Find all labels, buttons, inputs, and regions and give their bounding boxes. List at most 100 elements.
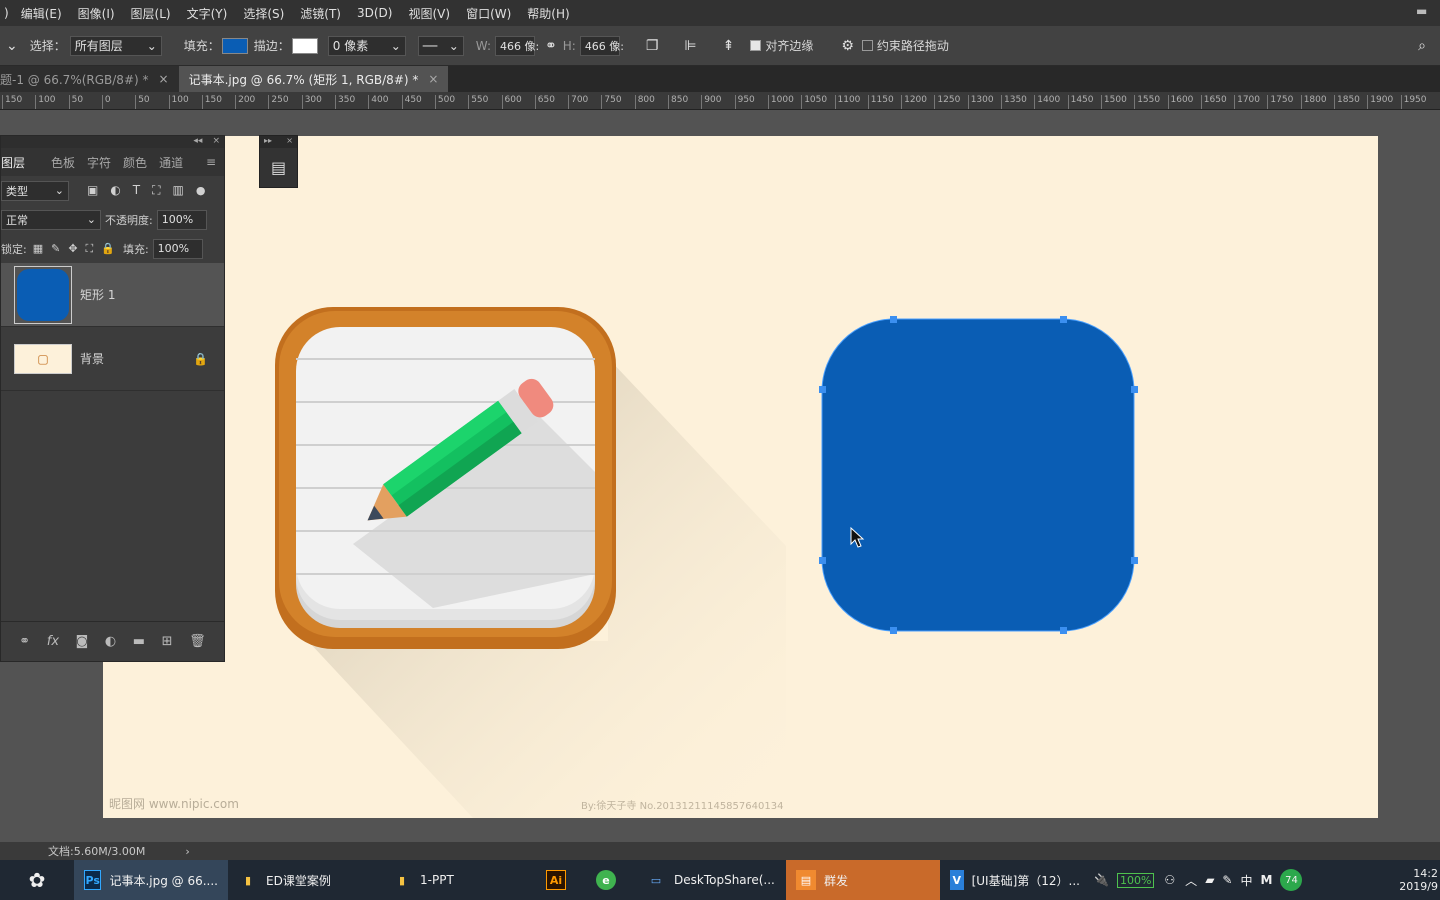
status-bar: 文档:5.60M/3.00M ›	[0, 842, 1440, 860]
new-group-icon[interactable]: ▬	[133, 634, 145, 649]
filter-icons[interactable]: ▣◐T⛶▥	[87, 183, 196, 198]
properties-icon[interactable]: ▤	[260, 158, 297, 177]
ruler-tick: 50	[135, 95, 150, 109]
path-operations-icon[interactable]: ❐	[646, 38, 659, 54]
gmail-icon[interactable]: M	[1257, 860, 1277, 900]
layers-footer: ⚭ fx ◙ ◐ ▬ ⊞ 🗑	[1, 621, 224, 661]
menu-select[interactable]: 选择(S)	[235, 5, 292, 22]
layer-row-rectangle[interactable]: 矩形 1	[1, 263, 224, 327]
path-arrangement-icon[interactable]: ⇞	[723, 38, 735, 54]
menu-layer[interactable]: 图层(L)	[123, 5, 179, 22]
layer-thumbnail	[14, 265, 72, 324]
ruler-tick: 300	[301, 95, 322, 109]
ruler-tick: 700	[568, 95, 588, 109]
close-icon[interactable]: ×	[428, 72, 438, 86]
select-dropdown[interactable]: 所有图层 ⌄	[69, 35, 162, 56]
tab-channels[interactable]: 通道	[153, 154, 189, 171]
pen-icon[interactable]: ✎	[1218, 860, 1236, 900]
layers-panel: ◂◂ × 图层 色板 字符 颜色 通道 ≡ 类型 ⌄ ▣◐T⛶▥ ● 正常 ⌄ 不透明…	[0, 135, 225, 662]
layer-row-background[interactable]: ▢ 背景 🔒	[1, 327, 224, 391]
link-icon[interactable]: ⚭	[545, 38, 557, 54]
menu-image[interactable]: 图像(I)	[70, 5, 123, 22]
opacity-label: 不透明度:	[105, 213, 153, 227]
ruler-tick: 850	[668, 95, 688, 109]
tab-document-1[interactable]: 题-1 @ 66.7%(RGB/8#) * ×	[0, 66, 179, 92]
taskbar-item-folder-2[interactable]: ▮ 1-PPT	[382, 860, 536, 900]
menu-edit[interactable]: 编辑(E)	[13, 5, 70, 22]
stroke-color-swatch[interactable]	[291, 37, 318, 54]
opacity-input[interactable]: 100%	[156, 209, 207, 230]
taskbar-item-label: 群发	[824, 873, 849, 888]
stroke-type-dropdown[interactable]: ── ⌄	[417, 35, 464, 56]
fill-input[interactable]: 100%	[152, 238, 203, 259]
stroke-width-input[interactable]: 0 像素 ⌄	[327, 35, 406, 56]
add-mask-icon[interactable]: ◙	[76, 634, 89, 649]
lock-icons[interactable]: ▦✎✥⛶🔒	[33, 242, 123, 256]
power-icon[interactable]: 🔌	[1090, 860, 1113, 900]
gear-icon[interactable]: ⚙	[841, 38, 854, 54]
lock-icon: 🔒	[193, 351, 208, 366]
menu-filter[interactable]: 滤镜(T)	[292, 5, 349, 22]
taskbar-item-label: [UI基础]第（12）...	[971, 873, 1080, 888]
tab-character[interactable]: 字符	[81, 154, 117, 171]
search-icon[interactable]: ⌕	[1418, 38, 1426, 54]
tray-chevron-up-icon[interactable]: ︿	[1181, 860, 1201, 900]
menu-3d[interactable]: 3D(D)	[349, 6, 400, 20]
menu-type[interactable]: 文字(Y)	[179, 5, 236, 22]
taskbar-item-desktopshare[interactable]: ▭ DeskTopShare(...	[636, 860, 786, 900]
menu-view[interactable]: 视图(V)	[400, 5, 458, 22]
horizontal-ruler[interactable]: 150 100 50 0 50 100 150 200 250 300 350 400 450 500 55…	[0, 92, 1440, 110]
security-badge[interactable]: 74	[1276, 860, 1306, 900]
filter-kind-dropdown[interactable]: 类型 ⌄	[1, 180, 69, 201]
taskbar-item-illustrator[interactable]: Ai	[536, 860, 586, 900]
tab-color[interactable]: 颜色	[117, 154, 153, 171]
taskbar-item-folder-1[interactable]: ▮ ED课堂案例	[228, 860, 382, 900]
new-layer-icon[interactable]: ⊞	[162, 634, 173, 649]
people-icon[interactable]: ⚇	[1158, 860, 1181, 900]
path-alignment-icon[interactable]: ⊫	[684, 38, 696, 54]
taskbar-item-photoshop[interactable]: Ps 记事本.jpg @ 66....	[74, 860, 228, 900]
close-icon[interactable]: ×	[159, 72, 169, 86]
menu-help[interactable]: 帮助(H)	[519, 5, 577, 22]
tab-swatches[interactable]: 色板	[45, 154, 81, 171]
battery-indicator[interactable]: 100%	[1113, 860, 1158, 900]
clock[interactable]: 14:2 2019/9	[1391, 860, 1440, 900]
blend-mode-dropdown[interactable]: 正常 ⌄	[1, 209, 101, 230]
height-input[interactable]: 466 像:	[579, 35, 624, 56]
taskbar-item-label: 记事本.jpg @ 66....	[109, 873, 218, 888]
constrain-path-checkbox[interactable]	[861, 40, 873, 51]
fill-color-swatch[interactable]	[221, 37, 248, 54]
ruler-tick: 650	[534, 95, 555, 109]
minimize-icon[interactable]: ▬	[1416, 4, 1430, 18]
panel-menu-icon[interactable]: ≡	[200, 155, 224, 169]
tab-document-2[interactable]: 记事本.jpg @ 66.7% (矩形 1, RGB/8#) * ×	[178, 66, 449, 92]
close-icon[interactable]: ×	[212, 136, 220, 148]
taskbar-item-ui-course[interactable]: V [UI基础]第（12）...	[940, 860, 1090, 900]
ruler-tick: 400	[368, 95, 388, 109]
taskbar-item-qunfa[interactable]: ▤ 群发	[786, 860, 940, 900]
layer-name: 背景	[80, 352, 105, 366]
select-label: 选择：	[29, 39, 66, 53]
w-label: W:	[475, 38, 491, 53]
fx-icon[interactable]: fx	[47, 634, 59, 649]
align-edges-checkbox[interactable]	[750, 40, 762, 51]
width-input[interactable]: 466 像:	[495, 35, 539, 56]
ruler-tick: 1500	[1100, 95, 1127, 109]
document-canvas[interactable]: 昵图网 www.nipic.com By:徐天子寺 No.20131211145…	[103, 136, 1378, 818]
collapse-icon[interactable]: ◂◂	[193, 136, 202, 148]
tab-layers[interactable]: 图层	[1, 154, 31, 171]
link-layers-icon[interactable]: ⚭	[19, 634, 30, 649]
tool-preset-chevron-icon[interactable]: ⌄	[6, 38, 18, 54]
close-icon[interactable]: ×	[286, 136, 293, 148]
filter-toggle-icon[interactable]: ●	[196, 184, 206, 197]
ime-indicator[interactable]: 中	[1236, 860, 1256, 900]
chevron-right-icon[interactable]: ›	[185, 845, 189, 858]
trash-icon[interactable]: 🗑	[189, 634, 206, 649]
taskbar-item-browser[interactable]: e	[586, 860, 636, 900]
expand-icon[interactable]: ▸▸	[264, 136, 272, 148]
adjustment-layer-icon[interactable]: ◐	[105, 634, 116, 649]
start-button[interactable]: ✿	[0, 860, 74, 900]
network-icon[interactable]: ▰	[1201, 860, 1218, 900]
rounded-rectangle-shape	[821, 318, 1135, 632]
menu-window[interactable]: 窗口(W)	[458, 5, 519, 22]
